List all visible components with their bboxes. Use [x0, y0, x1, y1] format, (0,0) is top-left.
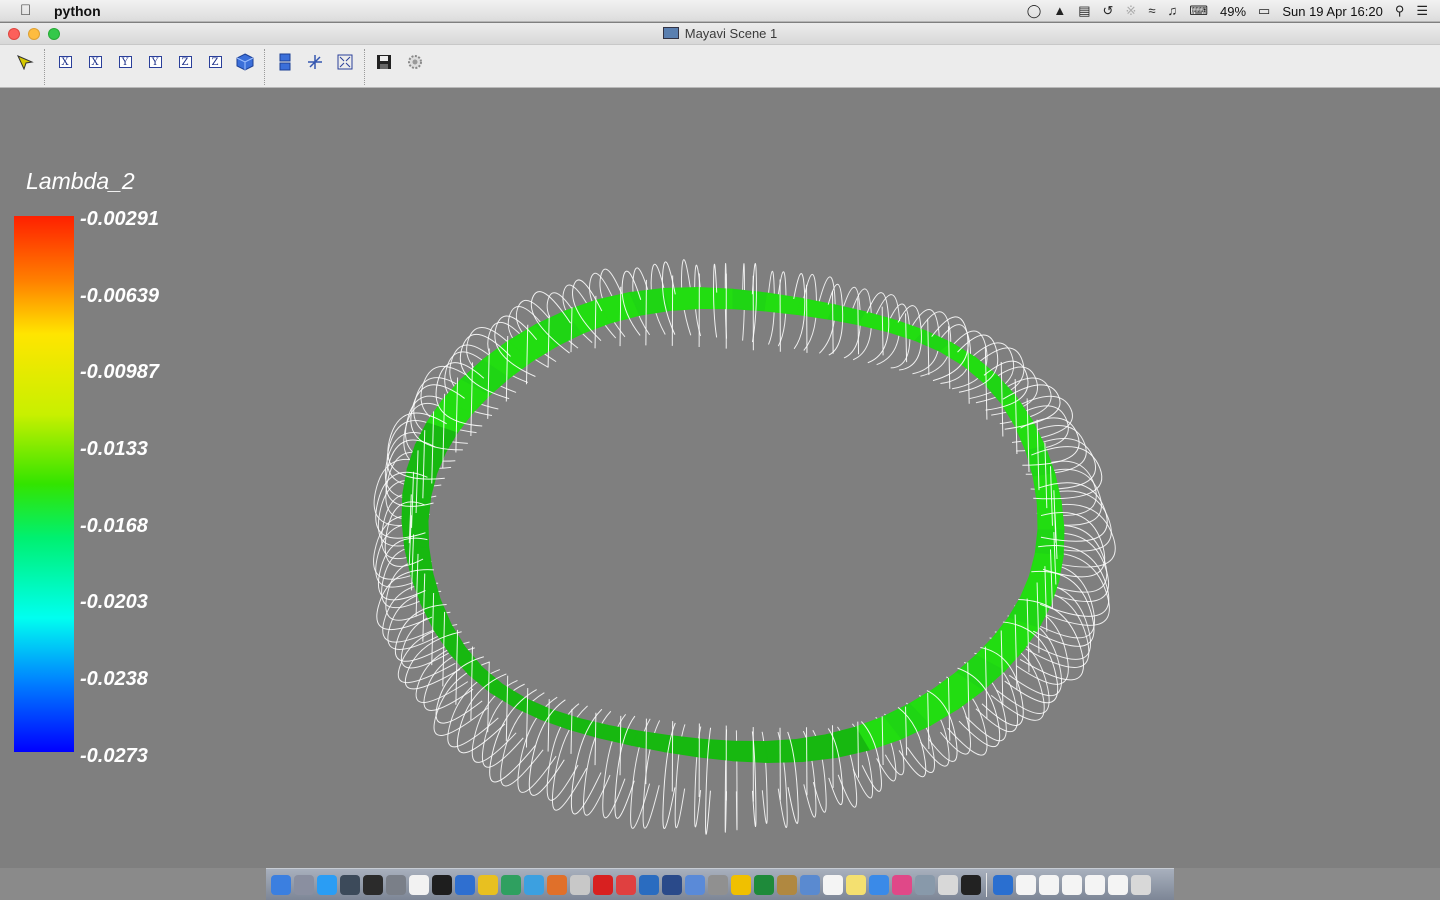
colorbar-title: Lambda_2: [26, 168, 135, 194]
tube-segment: [764, 292, 803, 315]
dock-trash-icon[interactable]: [1130, 874, 1151, 895]
dock-mission-control-icon[interactable]: [339, 874, 360, 895]
dock-notes-icon[interactable]: [845, 874, 866, 895]
colorbar-label: -0.0238: [80, 668, 148, 690]
dock-safari-icon[interactable]: [868, 874, 889, 895]
dock-launchpad-icon[interactable]: [293, 874, 314, 895]
streamline: [547, 699, 550, 752]
dock-acrobat-icon[interactable]: [592, 874, 613, 895]
colorbar-label: -0.0203: [80, 591, 148, 613]
streamline: [619, 715, 622, 776]
dock-console-icon[interactable]: [960, 874, 981, 895]
dock-matlab-icon[interactable]: [546, 874, 567, 895]
dock-documents-icon[interactable]: [1015, 874, 1036, 895]
dock-app-store-icon[interactable]: [316, 874, 337, 895]
dock-activity-monitor-icon[interactable]: [362, 874, 383, 895]
dock: [266, 868, 1174, 900]
tube-segment: [630, 730, 670, 753]
dock-paraview-icon[interactable]: [914, 874, 935, 895]
streamline: [947, 326, 951, 389]
colorbar-label: -0.00639: [80, 285, 159, 307]
dock-separator: [986, 872, 987, 897]
streamline: [505, 675, 509, 742]
tube-segment: [401, 520, 430, 550]
streamline: [525, 688, 529, 748]
dock-screen-sharing-icon[interactable]: [661, 874, 682, 895]
dock-xcode-icon[interactable]: [684, 874, 705, 895]
dock-anaconda-icon[interactable]: [500, 874, 521, 895]
tube-segment: [732, 740, 769, 764]
dock-folder-3-icon[interactable]: [1084, 874, 1105, 895]
dock-downloads-icon[interactable]: [992, 874, 1013, 895]
colorbar-label: -0.0168: [80, 515, 148, 537]
colorbar: [14, 216, 74, 752]
streamline: [881, 306, 884, 356]
streamline: [645, 718, 647, 785]
dock-rgb-tool-icon[interactable]: [523, 874, 544, 895]
colorbar-label: -0.00987: [80, 361, 159, 383]
dock-mail-icon[interactable]: [937, 874, 958, 895]
dock-gaussian-icon[interactable]: [569, 874, 590, 895]
dock-folder-2-icon[interactable]: [1061, 874, 1082, 895]
streamline: [594, 712, 597, 766]
dock-system-preferences-icon[interactable]: [385, 874, 406, 895]
dock-bridge-icon[interactable]: [776, 874, 797, 895]
dock-folder-1-icon[interactable]: [1038, 874, 1059, 895]
tube-segment: [697, 286, 734, 310]
vortex-ring-render: [373, 259, 1116, 835]
dock-ads-icon[interactable]: [707, 874, 728, 895]
dock-calendar-icon[interactable]: [822, 874, 843, 895]
dock-scratch-icon[interactable]: [730, 874, 751, 895]
tube-segment: [732, 288, 769, 312]
dock-excel-icon[interactable]: [753, 874, 774, 895]
tube-segment: [663, 286, 702, 312]
dock-itunes-icon[interactable]: [891, 874, 912, 895]
streamline: [832, 725, 834, 788]
colorbar-label: -0.0133: [80, 438, 148, 460]
dock-virtualbox-icon[interactable]: [638, 874, 659, 895]
tube-segment: [420, 598, 452, 631]
tube-segment: [697, 738, 734, 762]
dock-terminal-icon[interactable]: [431, 874, 452, 895]
streamline: [905, 313, 908, 363]
colorbar-label: -0.0273: [80, 745, 148, 767]
dock-textedit-icon[interactable]: [408, 874, 429, 895]
dock-finder-icon[interactable]: [270, 874, 291, 895]
streamline: [645, 279, 647, 346]
tube-segment: [764, 738, 803, 764]
dock-sketchup-icon[interactable]: [615, 874, 636, 895]
streamline: [857, 298, 860, 355]
dock-preview-icon[interactable]: [799, 874, 820, 895]
streamline: [832, 290, 834, 354]
colorbar-label: -0.00291: [80, 208, 159, 230]
streamline: [619, 286, 622, 347]
dock-xquartz-icon[interactable]: [454, 874, 475, 895]
streamline: [927, 318, 930, 375]
tube-segment: [410, 572, 441, 605]
dock-folder-4-icon[interactable]: [1107, 874, 1128, 895]
tube-segment: [1034, 528, 1065, 557]
dock-wolfram-icon[interactable]: [477, 874, 498, 895]
